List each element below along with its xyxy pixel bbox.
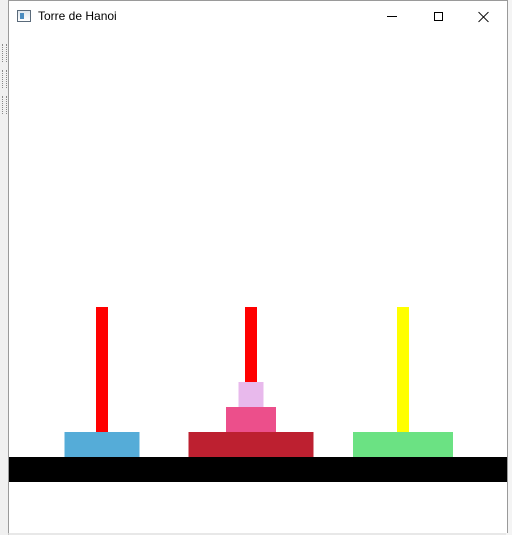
toolbar-grip (2, 96, 7, 114)
hanoi-board (9, 307, 507, 482)
app-window-icon[interactable] (17, 10, 31, 22)
peg-2-disk-3[interactable] (238, 382, 264, 407)
hanoi-window: Torre de Hanoi (8, 0, 508, 533)
peg-2-disk-2[interactable] (226, 407, 276, 432)
window-title: Torre de Hanoi (38, 9, 117, 23)
board-base (9, 457, 507, 482)
close-icon (478, 11, 490, 23)
maximize-button[interactable] (415, 1, 461, 32)
peg-1-disk-1[interactable] (64, 432, 140, 457)
minimize-button[interactable] (369, 1, 415, 32)
peg-3-disk-1[interactable] (353, 432, 453, 457)
peg-2-disk-1[interactable] (188, 432, 314, 457)
toolbar-grip (2, 70, 7, 88)
close-button[interactable] (461, 1, 507, 32)
toolbar-grip (2, 44, 7, 62)
minimize-icon (387, 16, 397, 17)
title-bar[interactable]: Torre de Hanoi (9, 1, 507, 32)
maximize-icon (433, 12, 443, 21)
game-canvas[interactable] (9, 32, 507, 533)
